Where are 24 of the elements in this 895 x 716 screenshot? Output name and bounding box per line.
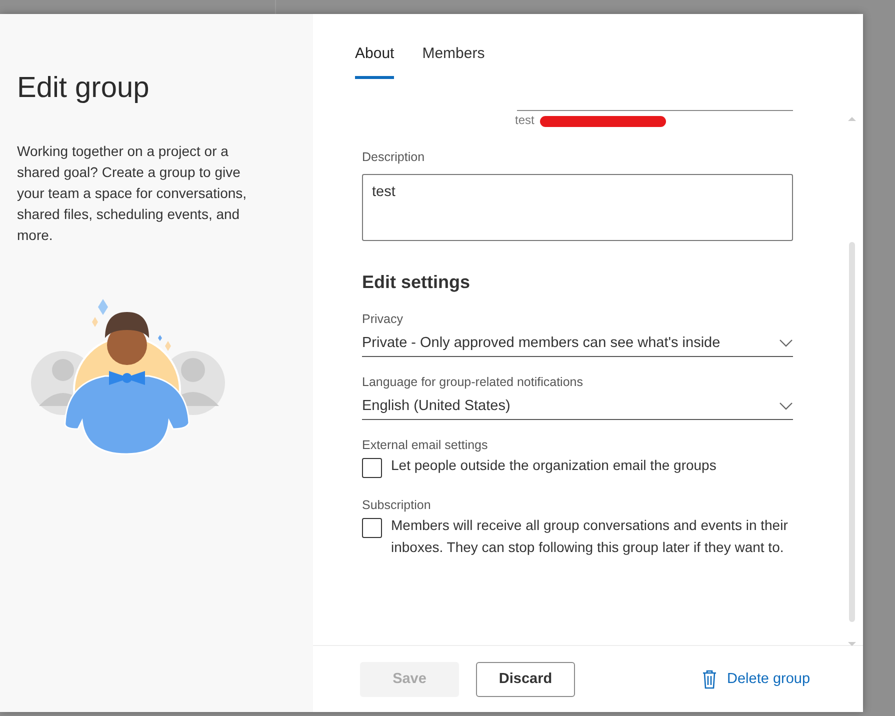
field-label: Language for group-related notifications xyxy=(362,375,583,389)
delete-group-button[interactable]: Delete group xyxy=(702,670,810,688)
email-text: test xyxy=(515,113,534,127)
field-label: External email settings xyxy=(362,438,488,452)
checkbox[interactable] xyxy=(362,458,382,478)
trash-icon xyxy=(702,670,717,688)
intro-text: Working together on a project or a shared goal? Create a group to give your team a space for conversations, shared files, scheduling events, and more. xyxy=(17,142,248,245)
field-label: Subscription xyxy=(362,498,431,512)
field-label: Description xyxy=(362,150,425,164)
checkbox-label[interactable]: Members will receive all group conversations and events in their inboxes. They can stop following this group later if they want to. xyxy=(391,514,791,558)
checkbox-label[interactable]: Let people outside the organization email the groups xyxy=(391,454,716,476)
description-field[interactable]: test xyxy=(362,174,793,241)
checkbox[interactable] xyxy=(362,518,382,538)
section-heading: Edit settings xyxy=(362,272,470,293)
chevron-down-icon xyxy=(779,402,793,410)
tab[interactable]: About xyxy=(355,45,394,79)
scrollbar[interactable] xyxy=(846,114,858,649)
dropdown[interactable]: English (United States) xyxy=(362,394,793,420)
discard-button[interactable]: Discard xyxy=(476,662,575,696)
dropdown[interactable]: Private - Only approved members can see what's inside xyxy=(362,331,793,357)
chevron-down-icon xyxy=(779,339,793,347)
field-label: Privacy xyxy=(362,312,403,326)
dialog-title: Edit group xyxy=(17,72,150,105)
tab[interactable]: Members xyxy=(422,45,485,79)
